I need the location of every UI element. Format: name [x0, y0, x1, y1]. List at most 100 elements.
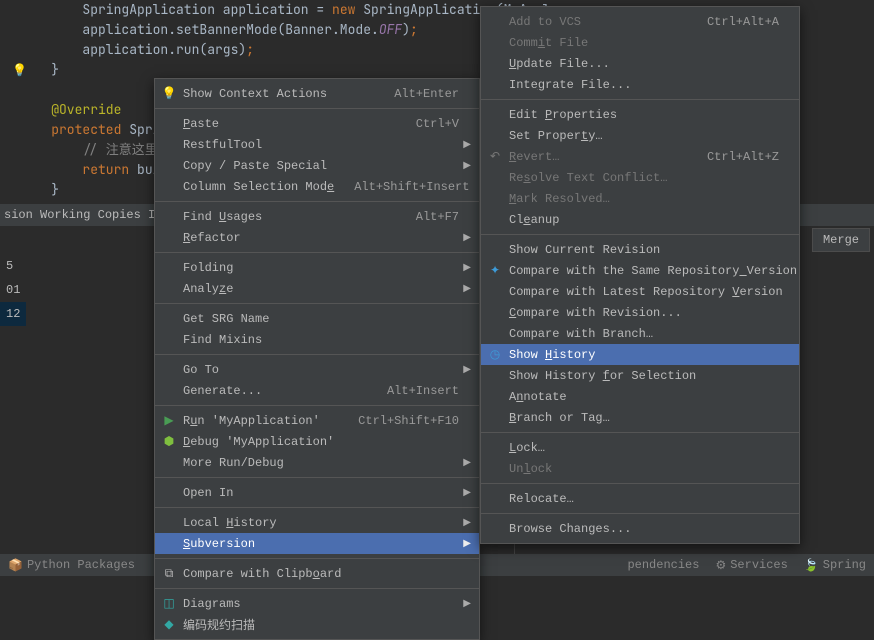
menu-item[interactable]: Annotate: [481, 386, 799, 407]
menu-item-label: Run 'MyApplication': [183, 414, 338, 428]
menu-item[interactable]: Subversion▶: [155, 533, 479, 554]
menu-item-label: Mark Resolved…: [509, 192, 779, 206]
revision-row[interactable]: 01: [0, 278, 26, 302]
menu-item[interactable]: Analyze ▶: [155, 278, 479, 299]
menu-item[interactable]: RestfulTool▶: [155, 134, 479, 155]
menu-item[interactable]: Open In▶: [155, 482, 479, 503]
menu-item[interactable]: ◷Show History: [481, 344, 799, 365]
menu-item[interactable]: ▶Run 'MyApplication'Ctrl+Shift+F10: [155, 410, 479, 431]
menu-item[interactable]: ✦Compare with the Same Repository Versio…: [481, 260, 799, 281]
clock-icon: ◷: [487, 347, 503, 362]
menu-item[interactable]: Cleanup: [481, 209, 799, 230]
menu-item-label: Show History for Selection: [509, 369, 779, 383]
menu-separator: [155, 354, 479, 355]
menu-item[interactable]: Find Mixins: [155, 329, 479, 350]
menu-item-label: Integrate File...: [509, 78, 779, 92]
revision-row[interactable]: 12: [0, 302, 26, 326]
menu-item[interactable]: Compare with Revision...: [481, 302, 799, 323]
menu-item[interactable]: 💡 Show Context Actions Alt+Enter: [155, 83, 479, 104]
menu-item[interactable]: More Run/Debug ▶: [155, 452, 479, 473]
menu-item-label: Show Context Actions: [183, 87, 374, 101]
menu-item: Add to VCSCtrl+Alt+A: [481, 11, 799, 32]
menu-item[interactable]: Paste Ctrl+V: [155, 113, 479, 134]
menu-item-label: Analyze: [183, 282, 459, 296]
menu-item-label: Find Usages: [183, 210, 396, 224]
menu-item-label: Paste: [183, 117, 396, 131]
menu-item-label: Go To: [183, 363, 459, 377]
menu-shortcut: Alt+F7: [416, 210, 459, 224]
intention-bulb-icon[interactable]: 💡: [12, 63, 27, 78]
menu-separator: [481, 99, 799, 100]
merge-button[interactable]: Merge: [812, 228, 870, 252]
run-icon: ▶: [161, 413, 177, 428]
menu-item[interactable]: Show History for Selection: [481, 365, 799, 386]
menu-item-label: Cleanup: [509, 213, 779, 227]
menu-item-label: Add to VCS: [509, 15, 687, 29]
menu-shortcut: Ctrl+V: [416, 117, 459, 131]
submenu-arrow-icon: ▶: [463, 364, 471, 376]
revision-row[interactable]: 5: [0, 254, 26, 278]
menu-item-label: Refactor: [183, 231, 459, 245]
menu-item-label: Browse Changes...: [509, 522, 779, 536]
status-python-packages[interactable]: 📦 Python Packages: [8, 558, 135, 573]
menu-item-label: More Run/Debug: [183, 456, 459, 470]
menu-item[interactable]: ◆编码规约扫描: [155, 614, 479, 635]
bulb-icon: 💡: [161, 86, 177, 101]
menu-item[interactable]: Browse Changes...: [481, 518, 799, 539]
submenu-arrow-icon: ▶: [463, 262, 471, 274]
menu-item-label: Compare with Revision...: [509, 306, 779, 320]
subversion-submenu[interactable]: Add to VCSCtrl+Alt+A Commit File Update Fi…: [480, 6, 800, 544]
submenu-arrow-icon: ▶: [463, 457, 471, 469]
submenu-arrow-icon: ▶: [463, 517, 471, 529]
menu-item[interactable]: Branch or Tag…: [481, 407, 799, 428]
menu-item[interactable]: Compare with Latest Repository Version: [481, 281, 799, 302]
menu-item[interactable]: Lock…: [481, 437, 799, 458]
submenu-arrow-icon: ▶: [463, 283, 471, 295]
menu-separator: [155, 405, 479, 406]
submenu-arrow-icon: ▶: [463, 139, 471, 151]
editor-context-menu[interactable]: 💡 Show Context Actions Alt+Enter Paste Ctrl+…: [154, 78, 480, 640]
menu-separator: [481, 432, 799, 433]
menu-item[interactable]: Local History▶: [155, 512, 479, 533]
menu-item-label: Annotate: [509, 390, 779, 404]
menu-item[interactable]: Refactor ▶: [155, 227, 479, 248]
menu-item: Mark Resolved…: [481, 188, 799, 209]
menu-separator: [155, 507, 479, 508]
menu-shortcut: Ctrl+Alt+Z: [707, 150, 779, 164]
menu-item[interactable]: Generate...Alt+Insert: [155, 380, 479, 401]
menu-item-label: Show Current Revision: [509, 243, 779, 257]
menu-separator: [155, 201, 479, 202]
menu-item[interactable]: Set Property…: [481, 125, 799, 146]
submenu-arrow-icon: ▶: [463, 538, 471, 550]
scan-icon: ◆: [161, 617, 177, 632]
menu-item[interactable]: Compare with Branch…: [481, 323, 799, 344]
compare-icon: ⧉: [161, 567, 177, 581]
menu-item[interactable]: Find Usages Alt+F7: [155, 206, 479, 227]
menu-separator: [155, 108, 479, 109]
submenu-arrow-icon: ▶: [463, 160, 471, 172]
menu-item-label: Folding: [183, 261, 459, 275]
menu-item[interactable]: Integrate File...: [481, 74, 799, 95]
menu-item-label: Compare with the Same Repository Version: [509, 264, 797, 278]
menu-item[interactable]: Go To ▶: [155, 359, 479, 380]
menu-shortcut: Alt+Enter: [394, 87, 459, 101]
menu-item[interactable]: ⬢Debug 'MyApplication': [155, 431, 479, 452]
revert-icon: ↶: [487, 149, 503, 164]
menu-item[interactable]: Folding ▶: [155, 257, 479, 278]
menu-item[interactable]: Relocate…: [481, 488, 799, 509]
menu-item[interactable]: Update File...: [481, 53, 799, 74]
revision-list[interactable]: 5 01 12: [0, 254, 26, 326]
menu-item[interactable]: Get SRG Name: [155, 308, 479, 329]
status-services[interactable]: ⚙ Services: [715, 558, 787, 573]
status-dependencies[interactable]: pendencies: [627, 558, 699, 572]
menu-item[interactable]: Column Selection ModeAlt+Shift+Insert: [155, 176, 479, 197]
menu-item[interactable]: ◫Diagrams▶: [155, 593, 479, 614]
menu-item-label: Get SRG Name: [183, 312, 459, 326]
menu-item[interactable]: Copy / Paste Special▶: [155, 155, 479, 176]
menu-item-label: Commit File: [509, 36, 779, 50]
menu-item[interactable]: ⧉Compare with Clipboard: [155, 563, 479, 584]
status-spring[interactable]: 🍃 Spring: [804, 558, 866, 573]
menu-item[interactable]: Show Current Revision: [481, 239, 799, 260]
menu-item[interactable]: Edit Properties: [481, 104, 799, 125]
submenu-arrow-icon: ▶: [463, 232, 471, 244]
